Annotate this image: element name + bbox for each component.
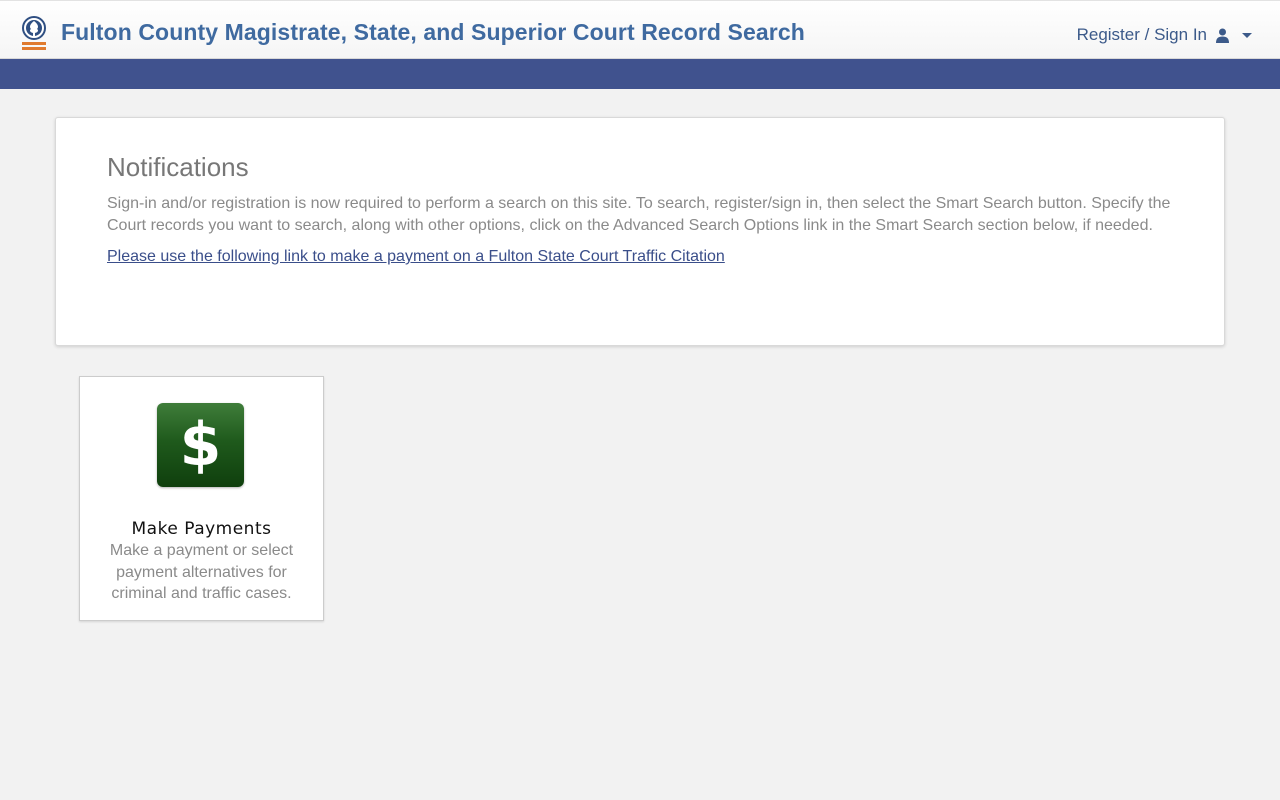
dollar-icon: $: [157, 403, 244, 487]
caret-down-icon: [1242, 32, 1252, 38]
notifications-panel: Notifications Sign-in and/or registratio…: [55, 117, 1225, 346]
traffic-citation-payment-link[interactable]: Please use the following link to make a …: [107, 248, 725, 266]
user-icon: [1215, 28, 1230, 43]
site-header: Fulton County Magistrate, State, and Sup…: [0, 0, 1280, 59]
tile-title: Make Payments: [131, 519, 272, 539]
notifications-text: Sign-in and/or registration is now requi…: [107, 195, 1171, 234]
notifications-title: Notifications: [107, 152, 249, 182]
make-payments-tile[interactable]: $ Make Payments Make a payment or select…: [79, 376, 324, 621]
tile-description: Make a payment or select payment alterna…: [109, 542, 294, 602]
site-title[interactable]: Fulton County Magistrate, State, and Sup…: [61, 19, 805, 46]
nav-bar: [0, 59, 1280, 89]
register-sign-in-label: Register / Sign In: [1076, 25, 1207, 44]
register-sign-in-menu[interactable]: Register / Sign In: [1077, 25, 1252, 45]
fulton-county-logo-icon[interactable]: [19, 16, 49, 52]
